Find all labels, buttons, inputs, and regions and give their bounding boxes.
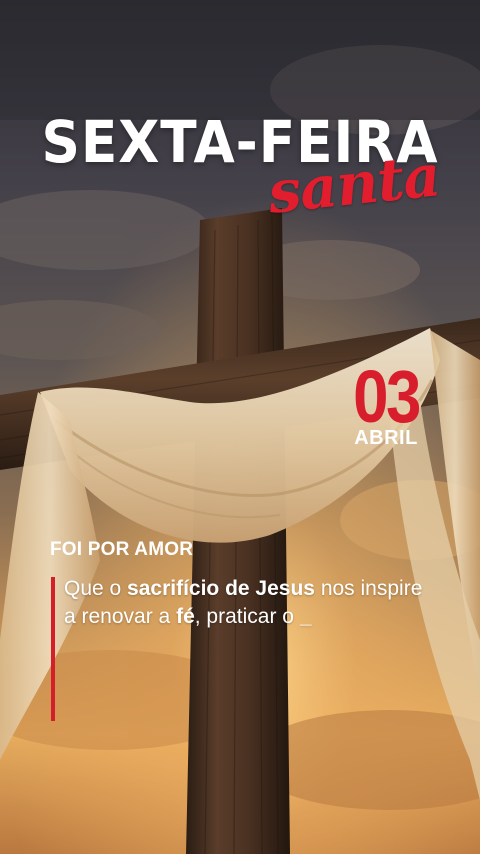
accent-bar bbox=[51, 577, 55, 721]
message-bold-1: sacrifício de Jesus bbox=[127, 577, 315, 600]
typing-cursor: _ bbox=[299, 605, 312, 628]
story-card: SEXTA-FEIRA santa 03 ABRIL FOI POR AMOR … bbox=[0, 0, 480, 854]
date-month: ABRIL bbox=[354, 427, 418, 449]
message-text-3: , praticar o bbox=[194, 605, 300, 628]
message-text-1: Que o bbox=[64, 577, 128, 600]
message-bold-2: fé bbox=[176, 605, 195, 628]
message-heading: FOI POR AMOR bbox=[50, 539, 194, 560]
message-text: Que o sacrifício de Jesus nos inspire a … bbox=[64, 575, 434, 631]
